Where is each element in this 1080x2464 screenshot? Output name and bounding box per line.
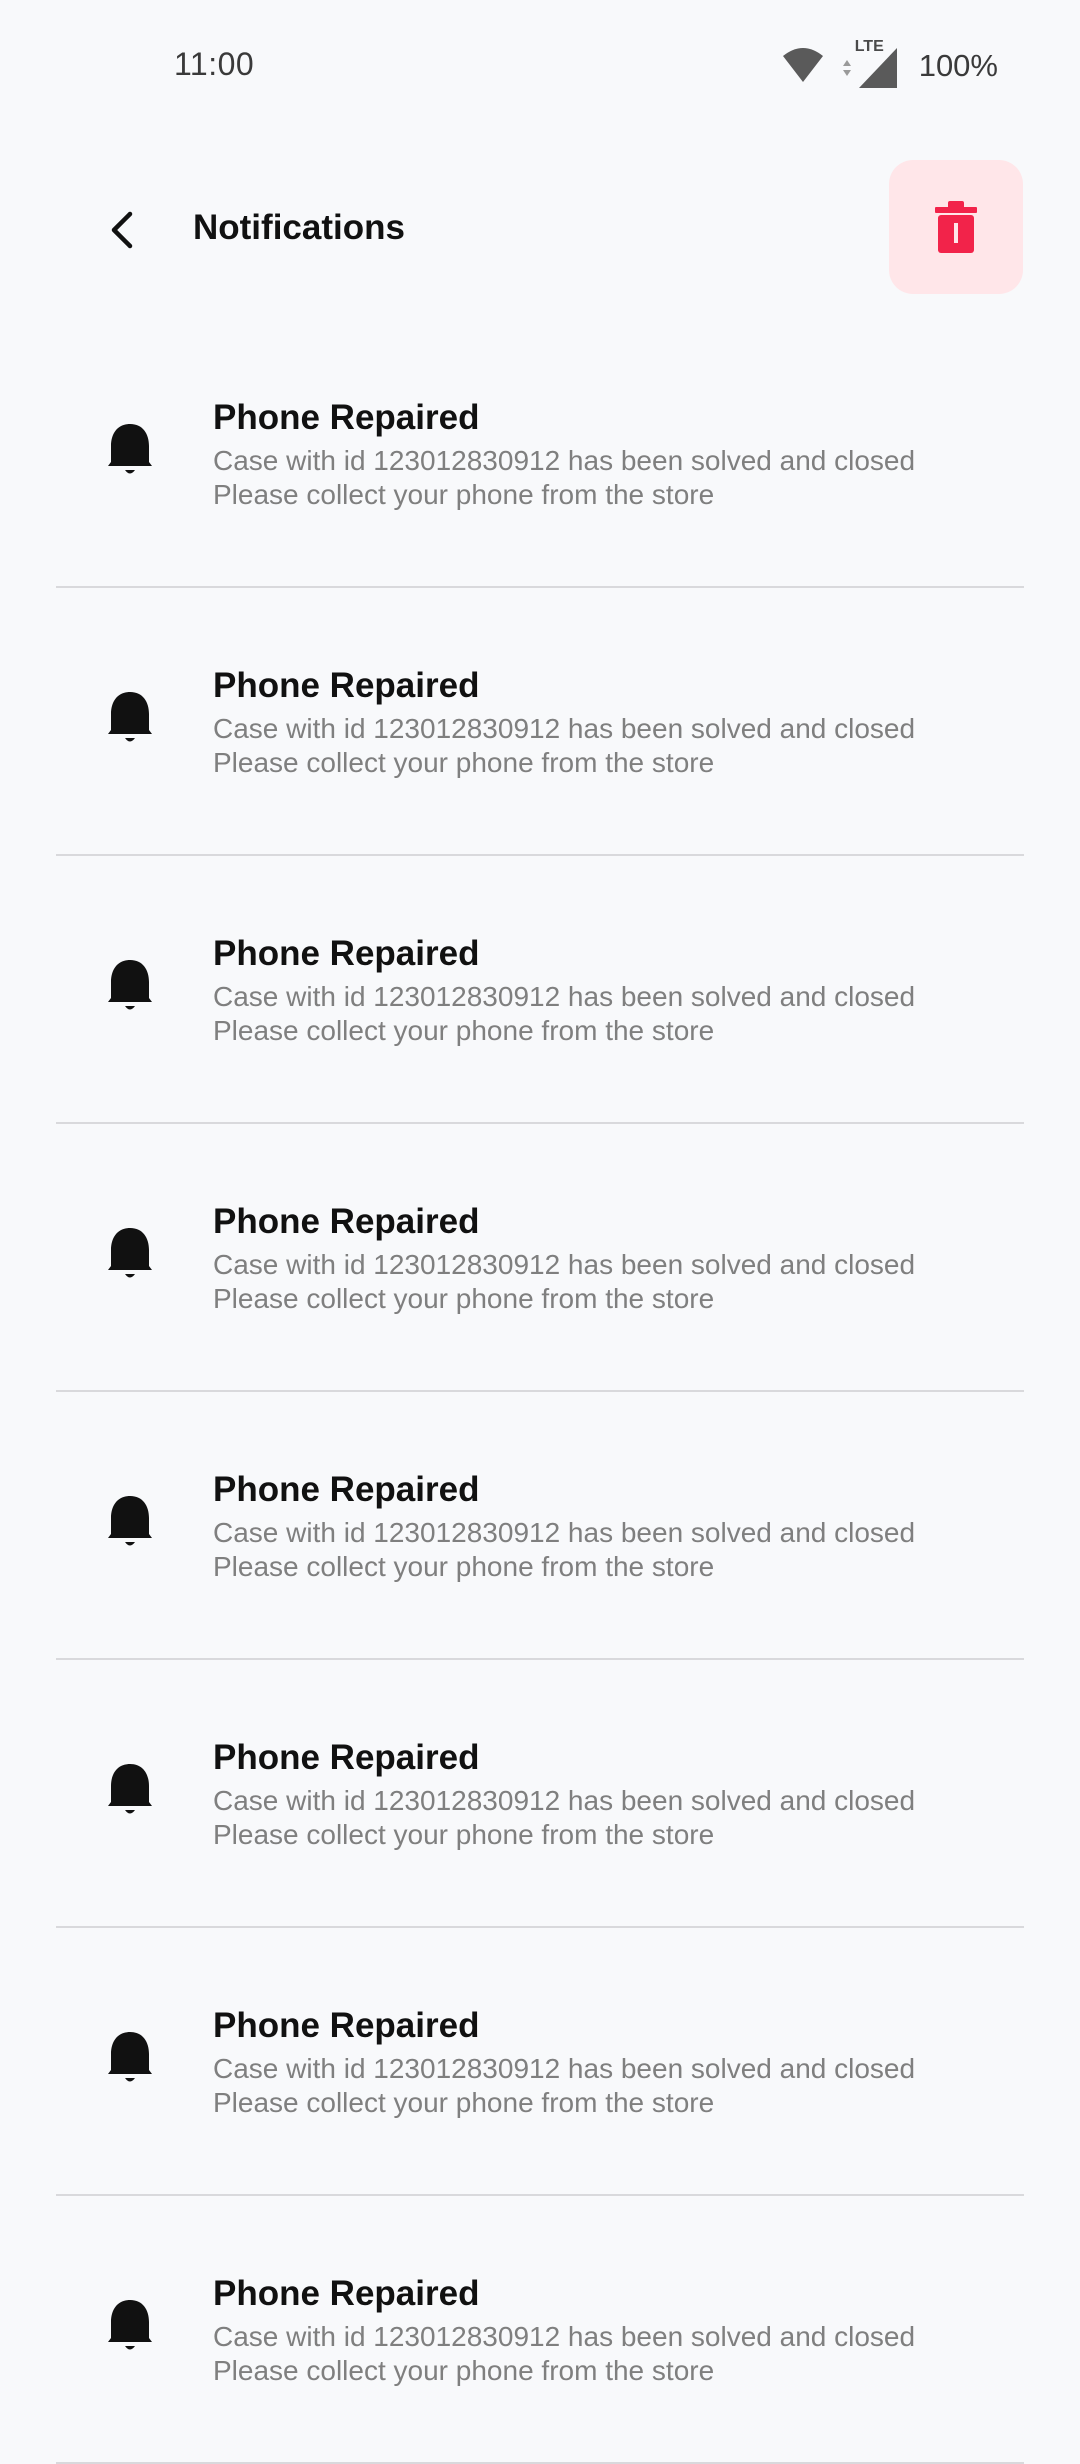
notification-title: Phone Repaired bbox=[213, 666, 480, 705]
notification-message-line1: Case with id 123012830912 has been solve… bbox=[213, 1517, 916, 1548]
notification-title: Phone Repaired bbox=[213, 1470, 480, 1509]
bell-icon bbox=[108, 960, 152, 1010]
bell-icon bbox=[108, 2032, 152, 2082]
notification-message: Case with id 123012830912 has been solve… bbox=[213, 1784, 915, 1852]
notification-message-line1: Case with id 123012830912 has been solve… bbox=[213, 2321, 916, 2352]
notification-message: Case with id 123012830912 has been solve… bbox=[213, 1516, 915, 1584]
notification-message-line2: Please collect your phone from the store bbox=[213, 2355, 715, 2386]
bell-icon bbox=[108, 1764, 152, 1814]
notification-title: Phone Repaired bbox=[213, 934, 480, 973]
notification-title: Phone Repaired bbox=[213, 2274, 480, 2313]
notification-message: Case with id 123012830912 has been solve… bbox=[213, 2052, 915, 2120]
notification-item[interactable]: Phone Repaired Case with id 123012830912… bbox=[0, 588, 1080, 856]
notification-message: Case with id 123012830912 has been solve… bbox=[213, 1248, 915, 1316]
trash-icon bbox=[935, 201, 977, 253]
notification-message-line2: Please collect your phone from the store bbox=[213, 1819, 715, 1850]
lte-signal-icon: LTE bbox=[839, 38, 897, 88]
notification-title: Phone Repaired bbox=[213, 1738, 480, 1777]
status-bar: 11:00 LTE 100% bbox=[0, 0, 1080, 136]
notification-message-line2: Please collect your phone from the store bbox=[213, 1551, 715, 1582]
notification-message: Case with id 123012830912 has been solve… bbox=[213, 444, 915, 512]
notification-message-line2: Please collect your phone from the store bbox=[213, 747, 715, 778]
battery-percentage: 100% bbox=[918, 48, 998, 83]
notification-item[interactable]: Phone Repaired Case with id 123012830912… bbox=[0, 1124, 1080, 1392]
bell-icon bbox=[108, 2300, 152, 2350]
notification-message-line1: Case with id 123012830912 has been solve… bbox=[213, 713, 916, 744]
notification-message-line2: Please collect your phone from the store bbox=[213, 2087, 715, 2118]
page-title: Notifications bbox=[193, 208, 405, 247]
notification-item[interactable]: Phone Repaired Case with id 123012830912… bbox=[0, 1660, 1080, 1928]
notification-message-line1: Case with id 123012830912 has been solve… bbox=[213, 981, 916, 1012]
notification-message-line1: Case with id 123012830912 has been solve… bbox=[213, 1785, 916, 1816]
notification-message: Case with id 123012830912 has been solve… bbox=[213, 980, 915, 1048]
delete-all-button[interactable] bbox=[889, 160, 1023, 294]
notification-message: Case with id 123012830912 has been solve… bbox=[213, 2320, 915, 2388]
notification-message-line2: Please collect your phone from the store bbox=[213, 1015, 715, 1046]
notification-message-line2: Please collect your phone from the store bbox=[213, 479, 715, 510]
notification-title: Phone Repaired bbox=[213, 2006, 480, 2045]
notification-item[interactable]: Phone Repaired Case with id 123012830912… bbox=[0, 1392, 1080, 1660]
notification-title: Phone Repaired bbox=[213, 398, 480, 437]
notification-list: Phone Repaired Case with id 123012830912… bbox=[0, 320, 1080, 2464]
back-button[interactable] bbox=[96, 202, 152, 258]
notification-item[interactable]: Phone Repaired Case with id 123012830912… bbox=[0, 320, 1080, 588]
status-time: 11:00 bbox=[174, 46, 255, 82]
notification-message-line1: Case with id 123012830912 has been solve… bbox=[213, 1249, 916, 1280]
network-type-label: LTE bbox=[854, 38, 884, 55]
bell-icon bbox=[108, 692, 152, 742]
notification-title: Phone Repaired bbox=[213, 1202, 480, 1241]
status-icons: LTE 100% bbox=[781, 38, 998, 88]
bell-icon bbox=[108, 1228, 152, 1278]
notification-message-line1: Case with id 123012830912 has been solve… bbox=[213, 2053, 916, 2084]
notification-item[interactable]: Phone Repaired Case with id 123012830912… bbox=[0, 856, 1080, 1124]
bell-icon bbox=[108, 424, 152, 474]
chevron-left-icon bbox=[111, 211, 133, 249]
notification-item[interactable]: Phone Repaired Case with id 123012830912… bbox=[0, 1928, 1080, 2196]
notification-message: Case with id 123012830912 has been solve… bbox=[213, 712, 915, 780]
notification-message-line1: Case with id 123012830912 has been solve… bbox=[213, 445, 916, 476]
wifi-icon bbox=[782, 48, 823, 82]
app-header: Notifications bbox=[0, 136, 1080, 320]
notification-message-line2: Please collect your phone from the store bbox=[213, 1283, 715, 1314]
bell-icon bbox=[108, 1496, 152, 1546]
notification-item[interactable]: Phone Repaired Case with id 123012830912… bbox=[0, 2196, 1080, 2464]
